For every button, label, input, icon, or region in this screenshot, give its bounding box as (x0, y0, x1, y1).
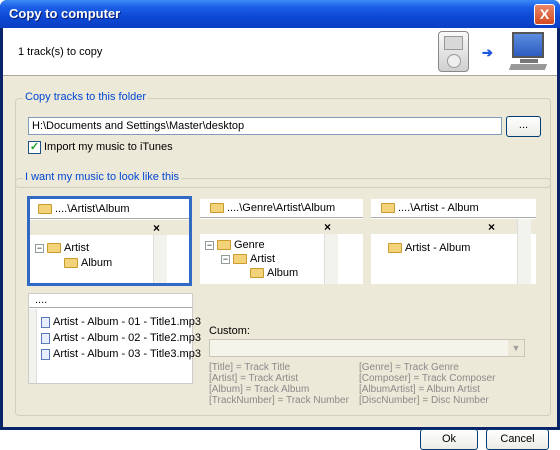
header-panel: 1 track(s) to copy ➔ (3, 28, 557, 76)
window-title: Copy to computer (9, 6, 121, 21)
close-icon: × (488, 220, 496, 234)
ipod-icon (438, 31, 469, 72)
chevron-down-icon[interactable]: ▼ (508, 340, 524, 356)
legend-line: [Album] = Track Album (209, 384, 310, 395)
close-icon: × (324, 220, 332, 234)
close-icon: × (153, 221, 161, 235)
computer-icon (508, 32, 550, 72)
scrollbar (517, 219, 531, 284)
folder-style-group-label: I want my music to look like this (23, 171, 182, 183)
scrollbar (153, 235, 167, 283)
ipod-wheel (447, 54, 461, 68)
tree-node-label: Album (81, 257, 113, 269)
tree-node-label: Artist - Album (405, 242, 471, 254)
token-legend-right: [Genre] = Track Genre [Composer] = Track… (359, 362, 495, 406)
collapse-icon: − (205, 239, 214, 250)
folder-icon (381, 203, 395, 214)
layout-option-flat-files[interactable]: .... Artist - Album - 01 - Title1.mp3 Ar… (28, 293, 201, 384)
folder-icon (64, 258, 78, 269)
option-path-bar: .... (29, 294, 192, 308)
folder-icon (233, 254, 247, 265)
folder-icon (217, 240, 231, 251)
layout-option-artist-album[interactable]: ....\Artist\Album × − Artist Album (27, 196, 192, 286)
folder-icon (388, 243, 402, 254)
scrollbar (29, 309, 37, 383)
legend-line: [AlbumArtist] = Album Artist (359, 384, 480, 395)
arrow-right-icon: ➔ (482, 45, 493, 60)
layout-option-genre-artist-album[interactable]: ....\Genre\Artist\Album × − Genre − Artist… (200, 199, 363, 284)
custom-format-combobox[interactable]: ▼ (209, 339, 525, 357)
collapse-icon: − (221, 253, 230, 264)
legend-line: [TrackNumber] = Track Number (209, 395, 349, 406)
option-path-text: .... (35, 294, 48, 306)
import-itunes-label[interactable]: Import my music to iTunes (44, 141, 173, 153)
tree-node-label: Artist (250, 253, 276, 265)
option-path-text: ....\Artist - Album (398, 202, 479, 214)
legend-line: [Genre] = Track Genre (359, 362, 459, 373)
folder-icon (47, 243, 61, 254)
folder-icon (210, 203, 224, 214)
tree-node-label: Artist (64, 242, 90, 254)
ipod-screen (444, 36, 463, 50)
audio-file-icon (41, 316, 50, 328)
import-itunes-checkbox[interactable]: ✓ (28, 141, 41, 154)
option-header-strip (200, 219, 363, 234)
folder-icon (250, 268, 264, 279)
legend-line: [Title] = Track Title (209, 362, 291, 373)
file-name: Artist - Album - 02 - Title2.mp3 (53, 332, 201, 344)
copy-folder-group-label: Copy tracks to this folder (23, 91, 149, 103)
audio-file-icon (41, 348, 50, 360)
legend-line: [DiscNumber] = Disc Number (359, 395, 489, 406)
audio-file-icon (41, 332, 50, 344)
tree-node-label: Genre (234, 239, 265, 251)
folder-icon (38, 204, 52, 215)
option-path-text: ....\Artist\Album (55, 203, 130, 215)
file-name: Artist - Album - 01 - Title1.mp3 (53, 316, 201, 328)
keyboard-shape (508, 64, 548, 70)
option-header-strip (30, 220, 189, 235)
dialog-body: 1 track(s) to copy ➔ Copy tracks to this… (3, 28, 557, 450)
title-bar[interactable]: Copy to computer X (0, 0, 560, 28)
scrollbar (324, 234, 338, 284)
option-path-bar: ....\Genre\Artist\Album (200, 199, 363, 218)
destination-path-input[interactable]: H:\Documents and Settings\Master\desktop (28, 117, 502, 135)
track-count-text: 1 track(s) to copy (18, 46, 103, 58)
option-path-bar: ....\Artist - Album (371, 199, 536, 218)
collapse-icon: − (35, 242, 44, 253)
file-name: Artist - Album - 03 - Title3.mp3 (53, 348, 201, 360)
option-path-text: ....\Genre\Artist\Album (227, 202, 336, 214)
option-header-strip (371, 219, 536, 234)
monitor-base-shape (520, 59, 538, 63)
layout-option-artist-dash-album[interactable]: ....\Artist - Album × Artist - Album (371, 199, 536, 284)
token-legend-left: [Title] = Track Title [Artist] = Track A… (209, 362, 349, 406)
monitor-shape (512, 32, 544, 58)
browse-button[interactable]: ... (506, 116, 541, 137)
option-path-bar: ....\Artist\Album (30, 200, 189, 219)
ok-button[interactable]: Ok (420, 429, 478, 450)
legend-line: [Artist] = Track Artist (209, 373, 299, 384)
close-button[interactable]: X (534, 4, 555, 25)
cancel-button[interactable]: Cancel (486, 429, 549, 450)
legend-line: [Composer] = Track Composer (359, 373, 496, 384)
tree-node-label: Album (267, 267, 299, 279)
dialog-window: Copy to computer X 1 track(s) to copy ➔ … (0, 0, 560, 450)
custom-label: Custom: (209, 325, 250, 337)
